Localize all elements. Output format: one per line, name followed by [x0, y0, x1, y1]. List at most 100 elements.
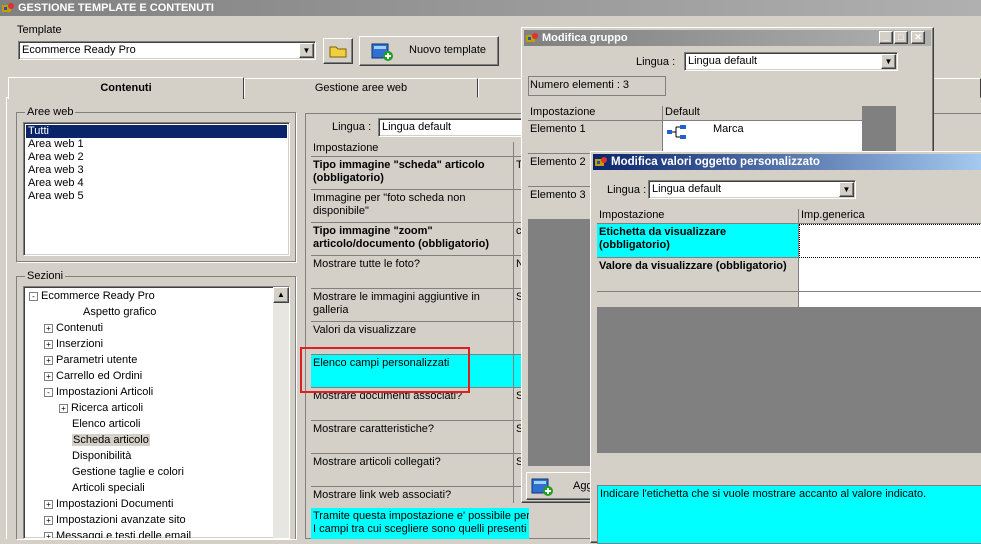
col-impostazione[interactable]: Impostazione: [311, 142, 514, 157]
tree-item-label: Inserzioni: [56, 338, 104, 350]
tree-item[interactable]: Elenco articoli: [24, 416, 289, 432]
valori-row-empty[interactable]: [597, 292, 799, 308]
valori-title: Modifica valori oggetto personalizzato: [611, 156, 820, 168]
app-icon: [526, 33, 538, 42]
expand-icon[interactable]: +: [44, 515, 53, 525]
tree-item-label: Contenuti: [56, 322, 104, 334]
list-item[interactable]: Area web 2: [26, 151, 287, 164]
gruppo-col-impostazione[interactable]: Impostazione: [528, 106, 663, 121]
setting-row-label[interactable]: Immagine per "foto scheda non disponibil…: [311, 190, 514, 223]
tree-item[interactable]: + Impostazioni avanzate sito: [24, 512, 289, 528]
valori-grid[interactable]: Impostazione Imp.generica Etichetta da v…: [597, 209, 981, 453]
setting-row-label[interactable]: Mostrare link web associati?: [311, 487, 514, 503]
scroll-up-button[interactable]: ▲: [273, 287, 289, 303]
expand-icon[interactable]: +: [44, 499, 53, 509]
tab-hidden-right[interactable]: [932, 78, 981, 98]
setting-row-label[interactable]: Mostrare caratteristiche?: [311, 421, 514, 454]
expand-icon[interactable]: +: [59, 403, 68, 413]
open-folder-button[interactable]: [323, 38, 353, 64]
setting-row-label[interactable]: Tipo immagine "scheda" articolo (obbliga…: [311, 157, 514, 190]
chevron-down-icon[interactable]: ▼: [881, 54, 896, 69]
list-item[interactable]: Area web 4: [26, 177, 287, 190]
valori-lingua-value: Lingua default: [652, 183, 722, 195]
aggiungi-button[interactable]: Agg: [526, 472, 596, 500]
sezioni-label: Sezioni: [25, 270, 66, 282]
valori-row-label[interactable]: Etichetta da visualizzare (obbligatorio): [597, 224, 799, 258]
tree-item-label: Carrello ed Ordini: [56, 370, 143, 382]
gruppo-lingua-select[interactable]: Lingua default ▼: [684, 52, 898, 71]
setting-row-label[interactable]: Mostrare le immagini aggiuntive in galle…: [311, 289, 514, 322]
template-label: Template: [17, 24, 62, 36]
tree-item[interactable]: - Impostazioni Articoli: [24, 384, 289, 400]
tree-item-label: Aspetto grafico: [83, 306, 157, 318]
tree-item-label: Disponibilità: [72, 450, 132, 462]
gruppo-col-default[interactable]: Default: [663, 106, 863, 121]
expand-icon[interactable]: +: [44, 371, 53, 381]
minimize-icon[interactable]: _: [879, 31, 893, 44]
list-item[interactable]: Area web 3: [26, 164, 287, 177]
tab-contenuti-label: Contenuti: [100, 82, 152, 94]
scrollbar-track[interactable]: [273, 303, 289, 538]
sezioni-tree[interactable]: - Ecommerce Ready Pro Aspetto grafico + Co…: [23, 286, 290, 539]
expand-icon[interactable]: +: [44, 355, 53, 365]
tree-item[interactable]: + Messaggi e testi delle email: [24, 528, 289, 539]
gruppo-row-label[interactable]: Elemento 1: [528, 121, 663, 154]
tree-item[interactable]: Articoli speciali: [24, 480, 289, 496]
tree-item[interactable]: + Contenuti: [24, 320, 289, 336]
chevron-down-icon[interactable]: ▼: [839, 182, 854, 197]
gruppo-lingua-value: Lingua default: [688, 55, 758, 67]
gruppo-title: Modifica gruppo: [542, 32, 628, 44]
tree-item[interactable]: Aspetto grafico: [24, 304, 289, 320]
tab-gestione-aree-web[interactable]: Gestione aree web: [244, 78, 478, 98]
list-item[interactable]: Tutti: [26, 125, 287, 138]
collapse-icon[interactable]: -: [29, 291, 38, 301]
lingua-select[interactable]: Lingua default: [378, 118, 528, 137]
close-icon[interactable]: ✕: [911, 31, 925, 44]
list-item[interactable]: Area web 1: [26, 138, 287, 151]
tree-item-label: Articoli speciali: [72, 482, 145, 494]
tree-item-label: Impostazioni avanzate sito: [56, 514, 186, 526]
new-template-button[interactable]: Nuovo template: [359, 36, 499, 66]
expand-icon[interactable]: +: [44, 323, 53, 333]
settings-grid[interactable]: Impostazione Tipo immagine "scheda" arti…: [311, 142, 529, 503]
tab-gestione-aree-web-label: Gestione aree web: [314, 82, 408, 94]
setting-row-label[interactable]: Tipo immagine "zoom" articolo/documento …: [311, 223, 514, 256]
valori-row-empty-input[interactable]: [799, 292, 981, 308]
list-item[interactable]: Area web 5: [26, 190, 287, 203]
valori-hint-box: Indicare l'etichetta che si vuole mostra…: [597, 485, 981, 544]
aree-web-label: Aree web: [25, 106, 76, 118]
valori-lingua-select[interactable]: Lingua default ▼: [648, 180, 856, 199]
expand-icon[interactable]: +: [44, 339, 53, 349]
expand-icon[interactable]: +: [44, 531, 53, 538]
gruppo-row-value[interactable]: Marca: [663, 121, 863, 154]
valori-row-input[interactable]: [799, 224, 981, 258]
tree-item[interactable]: Gestione taglie e colori: [24, 464, 289, 480]
tree-item[interactable]: Disponibilità: [24, 448, 289, 464]
tree-item[interactable]: + Ricerca articoli: [24, 400, 289, 416]
template-select[interactable]: Ecommerce Ready Pro ▼: [18, 41, 316, 60]
tree-item[interactable]: + Inserzioni: [24, 336, 289, 352]
valori-col-generica[interactable]: Imp.generica: [799, 209, 981, 224]
valori-row-input[interactable]: [799, 258, 981, 292]
collapse-icon[interactable]: -: [44, 387, 53, 397]
setting-row-label[interactable]: Mostrare tutte le foto?: [311, 256, 514, 289]
tab-contenuti[interactable]: Contenuti: [8, 77, 244, 99]
folder-icon: [329, 46, 347, 58]
tree-item-selected[interactable]: Scheda articolo: [24, 432, 289, 448]
maximize-icon[interactable]: □: [894, 31, 908, 44]
tree-item[interactable]: + Impostazioni Documenti: [24, 496, 289, 512]
tree-item[interactable]: + Parametri utente: [24, 352, 289, 368]
tree-item[interactable]: + Carrello ed Ordini: [24, 368, 289, 384]
aree-web-list[interactable]: Tutti Area web 1 Area web 2 Area web 3 A…: [23, 122, 290, 256]
valori-hint: Indicare l'etichetta che si vuole mostra…: [600, 488, 927, 500]
valori-row-label[interactable]: Valore da visualizzare (obbligatorio): [597, 258, 799, 292]
tree-item-label: Ecommerce Ready Pro: [41, 290, 155, 302]
setting-row-label[interactable]: Mostrare articoli collegati?: [311, 454, 514, 487]
valori-lingua-label: Lingua :: [607, 184, 647, 196]
tree-item[interactable]: - Ecommerce Ready Pro: [24, 288, 289, 304]
add-icon: [531, 478, 553, 496]
chevron-down-icon[interactable]: ▼: [299, 43, 314, 58]
valori-col-impostazione[interactable]: Impostazione: [597, 209, 799, 224]
tree-item-label: Messaggi e testi delle email: [56, 530, 192, 539]
tree-item-label: Gestione taglie e colori: [72, 466, 184, 478]
